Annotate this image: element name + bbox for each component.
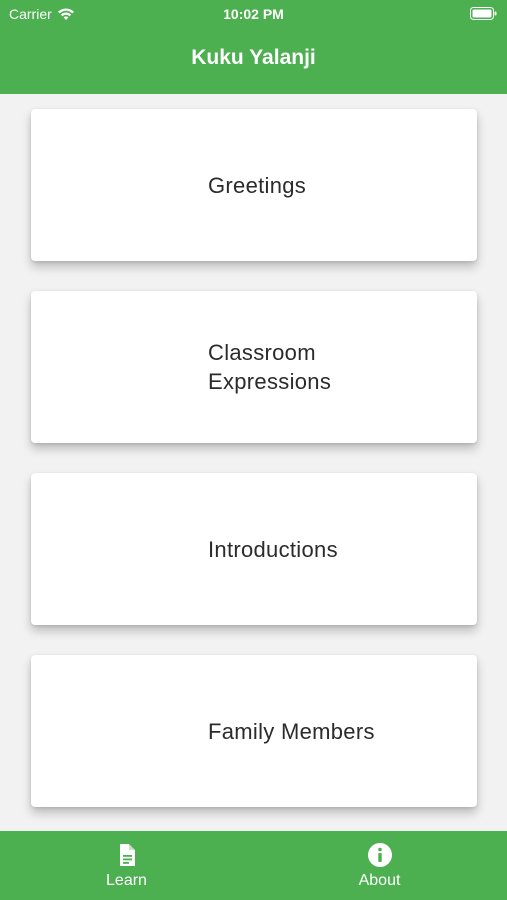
app-header: Carrier 10:02 PM Kuku Yalanji xyxy=(0,0,507,94)
battery-icon xyxy=(470,7,497,20)
category-card-greetings[interactable]: Greetings xyxy=(31,109,477,261)
category-card-introductions[interactable]: Introductions xyxy=(31,473,477,625)
bottom-tab-bar: Learn About xyxy=(0,831,507,900)
tab-label: About xyxy=(358,871,401,889)
status-time: 10:02 PM xyxy=(223,6,284,22)
category-label: Classroom Expressions xyxy=(208,340,332,394)
status-bar: Carrier 10:02 PM xyxy=(0,0,507,28)
document-icon xyxy=(119,843,135,866)
tab-label: Learn xyxy=(106,871,147,889)
tab-learn[interactable]: Learn xyxy=(0,831,253,900)
tab-about[interactable]: About xyxy=(253,831,506,900)
category-card-classroom-expressions[interactable]: Classroom Expressions xyxy=(31,291,477,443)
category-label: Introductions xyxy=(208,536,338,562)
category-label: Greetings xyxy=(208,172,307,198)
category-label: Family Members xyxy=(208,718,375,744)
category-card-family-members[interactable]: Family Members xyxy=(31,655,477,807)
category-list[interactable]: Greetings Classroom Expressions Introduc… xyxy=(0,94,507,831)
page-title: Kuku Yalanji xyxy=(191,46,316,69)
info-icon xyxy=(367,842,392,867)
